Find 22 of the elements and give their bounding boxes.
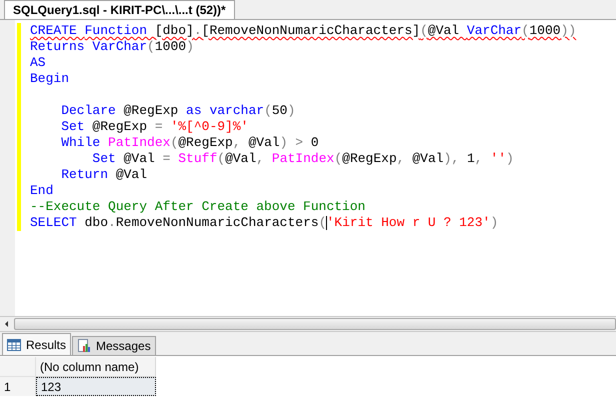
code-line: --Execute Query After Create above Function [29, 199, 366, 215]
document-chart-icon [77, 339, 92, 353]
code-line: CREATE Function [dbo].[RemoveNonNumaricCharacters](@Val VarChar(1000)) [29, 23, 576, 39]
horizontal-scrollbar[interactable] [0, 316, 616, 332]
document-tab[interactable]: SQLQuery1.sql - KIRIT-PC\...\...t (52))* [4, 0, 235, 19]
code-line: Set @Val = Stuff(@Val, PatIndex(@RegExp, @Val), 1, '') [91, 151, 514, 167]
grid-icon [7, 338, 21, 350]
code-line: Return @Val [60, 167, 148, 183]
result-tab[interactable]: Messages [72, 336, 156, 355]
row-number: 1 [0, 377, 36, 396]
code-line: Set @RegExp = '%[^0-9]%' [60, 119, 248, 135]
scrollbar-thumb[interactable] [14, 318, 616, 330]
column-header: (No column name) [36, 357, 156, 377]
table-cell[interactable]: 123 [36, 377, 156, 396]
code-line: AS [29, 55, 46, 71]
code-line: While PatIndex(@RegExp, @Val) > 0 [60, 135, 319, 151]
result-tab[interactable]: Results [2, 333, 72, 355]
code-line: SELECT dbo.RemoveNonNumaricCharacters('Kirit How r U ? 123') [29, 215, 498, 231]
code-line: Begin [29, 71, 70, 87]
code-line: Returns VarChar(1000) [29, 39, 194, 55]
code-line: Declare @RegExp as varchar(50) [60, 103, 296, 119]
code-line: End [29, 183, 54, 199]
